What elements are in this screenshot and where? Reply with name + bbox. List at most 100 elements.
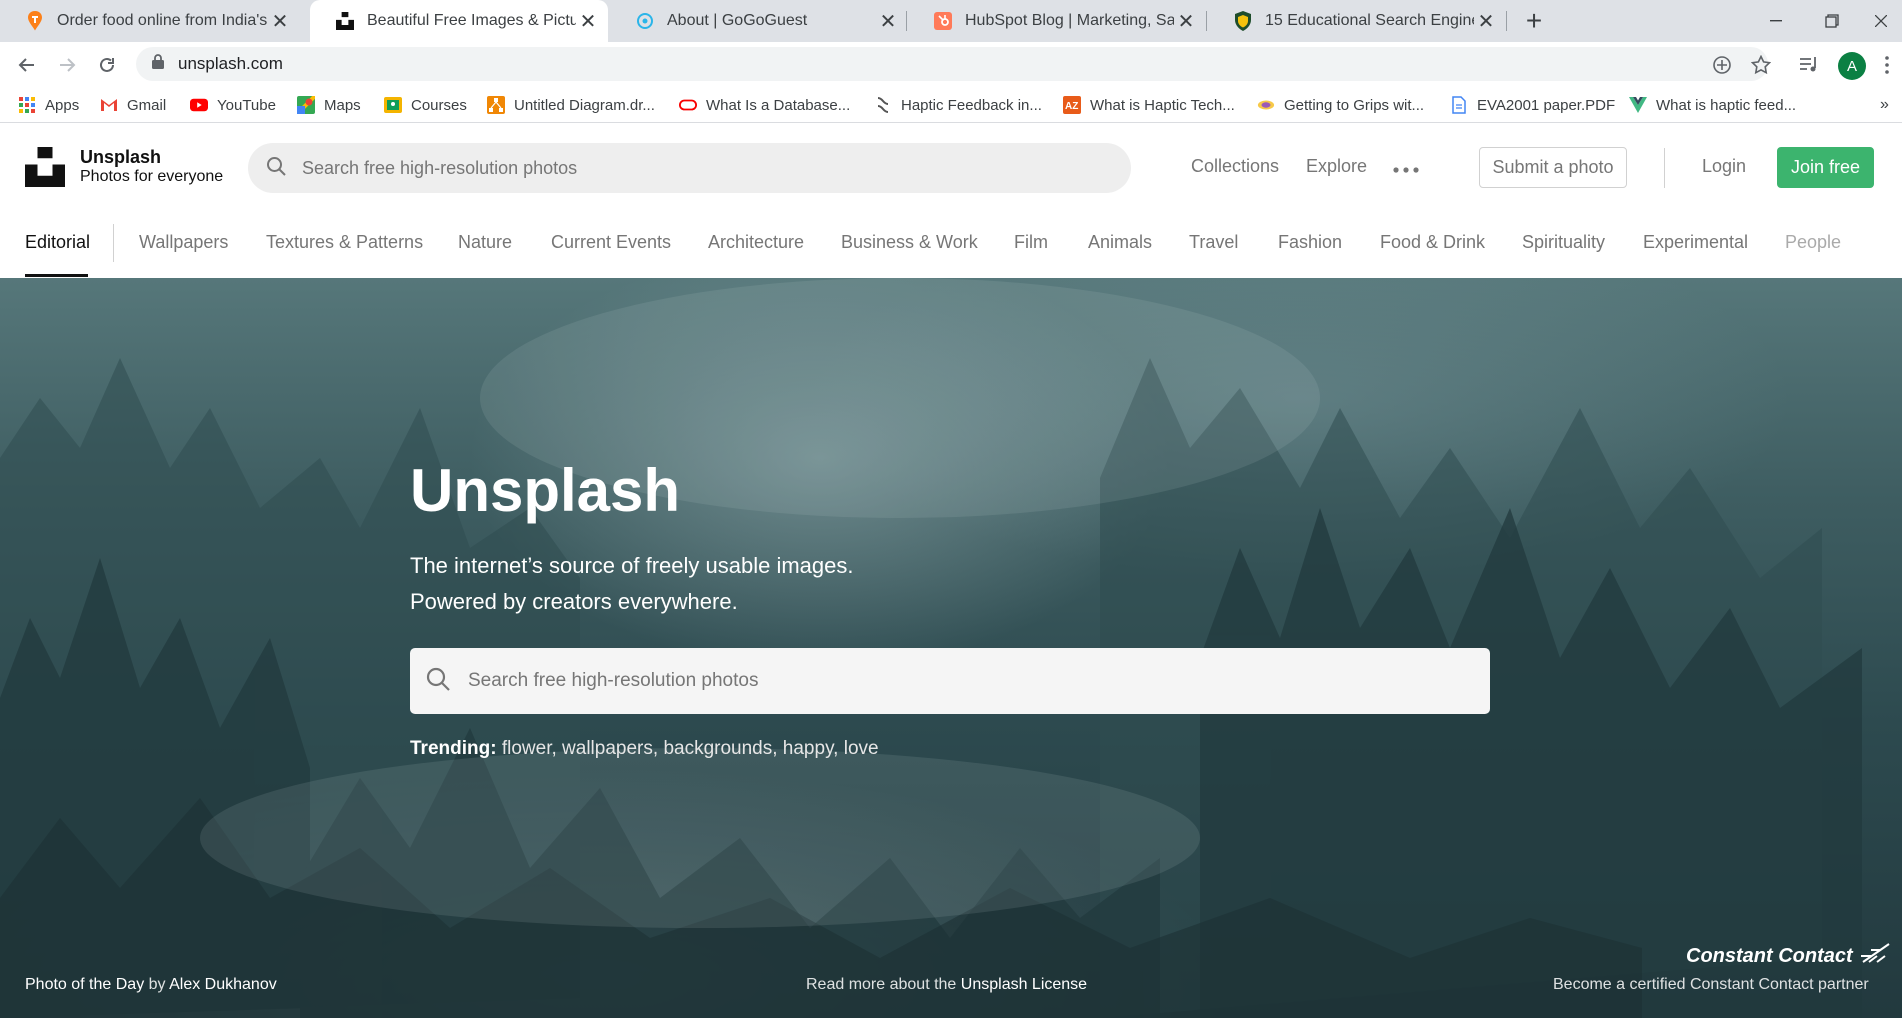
topic-experimental[interactable]: Experimental <box>1643 232 1748 253</box>
bookmark-label: What is Haptic Tech... <box>1090 96 1235 114</box>
hero-subtitle: The internet’s source of freely usable i… <box>410 548 854 620</box>
header-search-input[interactable]: Search free high-resolution photos <box>248 143 1131 193</box>
login-link[interactable]: Login <box>1702 156 1746 177</box>
trending-link-flower[interactable]: flower <box>502 738 552 759</box>
grips-icon <box>1257 96 1275 114</box>
search-icon <box>426 667 450 696</box>
bookmark-haptic-feed[interactable]: What is haptic feed... <box>1629 93 1796 117</box>
tab-unsplash[interactable]: Beautiful Free Images & Pictures ✕ <box>310 0 608 42</box>
bookmark-haptic-tech[interactable]: AZ What is Haptic Tech... <box>1063 93 1235 117</box>
unsplash-icon <box>335 11 355 31</box>
back-icon[interactable] <box>12 50 42 80</box>
bookmark-youtube[interactable]: YouTube <box>190 93 276 117</box>
minimize-icon[interactable] <box>1748 0 1804 42</box>
bookmark-diagram[interactable]: Untitled Diagram.dr... <box>487 93 655 117</box>
topic-animals[interactable]: Animals <box>1088 232 1152 253</box>
bookmarks-bar: Apps Gmail YouTube Maps Courses Untitled… <box>0 86 1902 123</box>
close-icon[interactable]: ✕ <box>576 9 600 33</box>
topic-business-work[interactable]: Business & Work <box>841 232 978 253</box>
reload-icon[interactable] <box>92 50 122 80</box>
license-prefix: Read more about the <box>806 976 957 993</box>
bookmark-database[interactable]: What Is a Database... <box>679 93 850 117</box>
collections-link[interactable]: Collections <box>1191 156 1279 177</box>
hero-banner: Unsplash The internet’s source of freely… <box>0 278 1902 1018</box>
bookmark-courses[interactable]: Courses <box>384 93 467 117</box>
restore-icon[interactable] <box>1804 0 1860 42</box>
profile-avatar[interactable]: A <box>1838 52 1866 80</box>
new-tab-button[interactable]: + <box>1518 5 1550 37</box>
unsplash-license-link[interactable]: Unsplash License <box>961 976 1087 993</box>
tab-gogoguest[interactable]: About | GoGoGuest ✕ <box>610 0 908 42</box>
topic-architecture[interactable]: Architecture <box>708 232 804 253</box>
bookmark-getting-to-grips[interactable]: Getting to Grips wit... <box>1257 93 1424 117</box>
topic-editorial[interactable]: Editorial <box>25 232 90 253</box>
tab-title: About | GoGoGuest <box>667 12 808 29</box>
bookmark-label: Untitled Diagram.dr... <box>514 96 655 114</box>
bookmark-label: EVA2001 paper.PDF <box>1477 96 1616 114</box>
topic-nature[interactable]: Nature <box>458 232 512 253</box>
address-bar[interactable]: unsplash.com <box>136 47 1768 81</box>
brand-tagline: Photos for everyone <box>80 168 224 185</box>
topic-wallpapers[interactable]: Wallpapers <box>139 232 228 253</box>
trending-link-happy[interactable]: happy <box>783 738 833 759</box>
close-icon[interactable]: ✕ <box>268 9 292 33</box>
topic-food-drink[interactable]: Food & Drink <box>1380 232 1485 253</box>
topic-textures-patterns[interactable]: Textures & Patterns <box>266 232 423 253</box>
lock-icon <box>152 54 164 74</box>
hubspot-icon <box>933 11 953 31</box>
document-icon <box>1450 96 1468 114</box>
trending-link-backgrounds[interactable]: backgrounds <box>663 738 772 759</box>
bookmark-apps[interactable]: Apps <box>18 93 79 117</box>
close-icon[interactable]: ✕ <box>1174 9 1198 33</box>
constant-contact-wordmark: Constant Contact <box>1686 944 1853 967</box>
bookmark-gmail[interactable]: Gmail <box>100 93 166 117</box>
sponsor-text[interactable]: Become a certified Constant Contact part… <box>1553 976 1869 994</box>
active-topic-indicator <box>25 274 88 277</box>
photo-credit-by: by <box>148 976 166 993</box>
unsplash-logo-icon[interactable] <box>25 147 65 192</box>
install-app-icon[interactable] <box>1707 50 1737 80</box>
trending-link-wallpapers[interactable]: wallpapers <box>562 738 653 759</box>
close-window-icon[interactable] <box>1860 0 1902 42</box>
trending-link-love[interactable]: love <box>844 738 879 759</box>
submit-photo-button[interactable]: Submit a photo <box>1479 147 1627 188</box>
drawio-icon <box>487 96 505 114</box>
tab-search-engines[interactable]: 15 Educational Search Engines C ✕ <box>1208 0 1506 42</box>
brand-name[interactable]: Unsplash <box>80 147 161 168</box>
az-icon: AZ <box>1063 96 1081 114</box>
topic-current-events[interactable]: Current Events <box>551 232 671 253</box>
tab-title: Order food online from India's be <box>57 12 268 29</box>
more-options-icon[interactable] <box>1393 152 1419 180</box>
shield-icon <box>1233 11 1253 31</box>
topic-film[interactable]: Film <box>1014 232 1048 253</box>
bookmark-maps[interactable]: Maps <box>297 93 361 117</box>
hero-search-input[interactable]: Search free high-resolution photos <box>410 648 1490 714</box>
photo-of-the-day-link[interactable]: Photo of the Day <box>25 976 144 993</box>
bookmarks-overflow-icon[interactable]: » <box>1880 93 1889 117</box>
tab-title: 15 Educational Search Engines C <box>1265 12 1474 29</box>
photo-author-link[interactable]: Alex Dukhanov <box>169 976 277 993</box>
topic-people[interactable]: People <box>1785 232 1841 253</box>
constant-contact-logo[interactable]: Constant Contact <box>1686 942 1893 970</box>
bookmark-label: Courses <box>411 96 467 114</box>
join-free-button[interactable]: Join free <box>1777 147 1874 188</box>
more-menu-icon[interactable] <box>1872 50 1902 80</box>
media-control-icon[interactable] <box>1794 50 1824 80</box>
trending-searches: Trending: flower, wallpapers, background… <box>410 738 879 760</box>
topic-fashion[interactable]: Fashion <box>1278 232 1342 253</box>
tab-hubspot[interactable]: HubSpot Blog | Marketing, Sales, ✕ <box>908 0 1206 42</box>
forward-icon[interactable] <box>52 50 82 80</box>
topics-nav: Editorial Wallpapers Textures & Patterns… <box>0 210 1902 278</box>
maps-icon <box>297 96 315 114</box>
bookmark-label: YouTube <box>217 96 276 114</box>
close-icon[interactable]: ✕ <box>1474 9 1498 33</box>
topic-travel[interactable]: Travel <box>1189 232 1238 253</box>
bookmark-eva-paper[interactable]: EVA2001 paper.PDF <box>1450 93 1615 117</box>
tab-swiggy[interactable]: Order food online from India's be ✕ <box>0 0 300 42</box>
star-icon[interactable] <box>1746 50 1776 80</box>
topic-spirituality[interactable]: Spirituality <box>1522 232 1605 253</box>
close-icon[interactable]: ✕ <box>876 9 900 33</box>
tab-separator <box>906 11 907 31</box>
bookmark-haptic-feedback[interactable]: Haptic Feedback in... <box>874 93 1042 117</box>
explore-link[interactable]: Explore <box>1306 156 1367 177</box>
